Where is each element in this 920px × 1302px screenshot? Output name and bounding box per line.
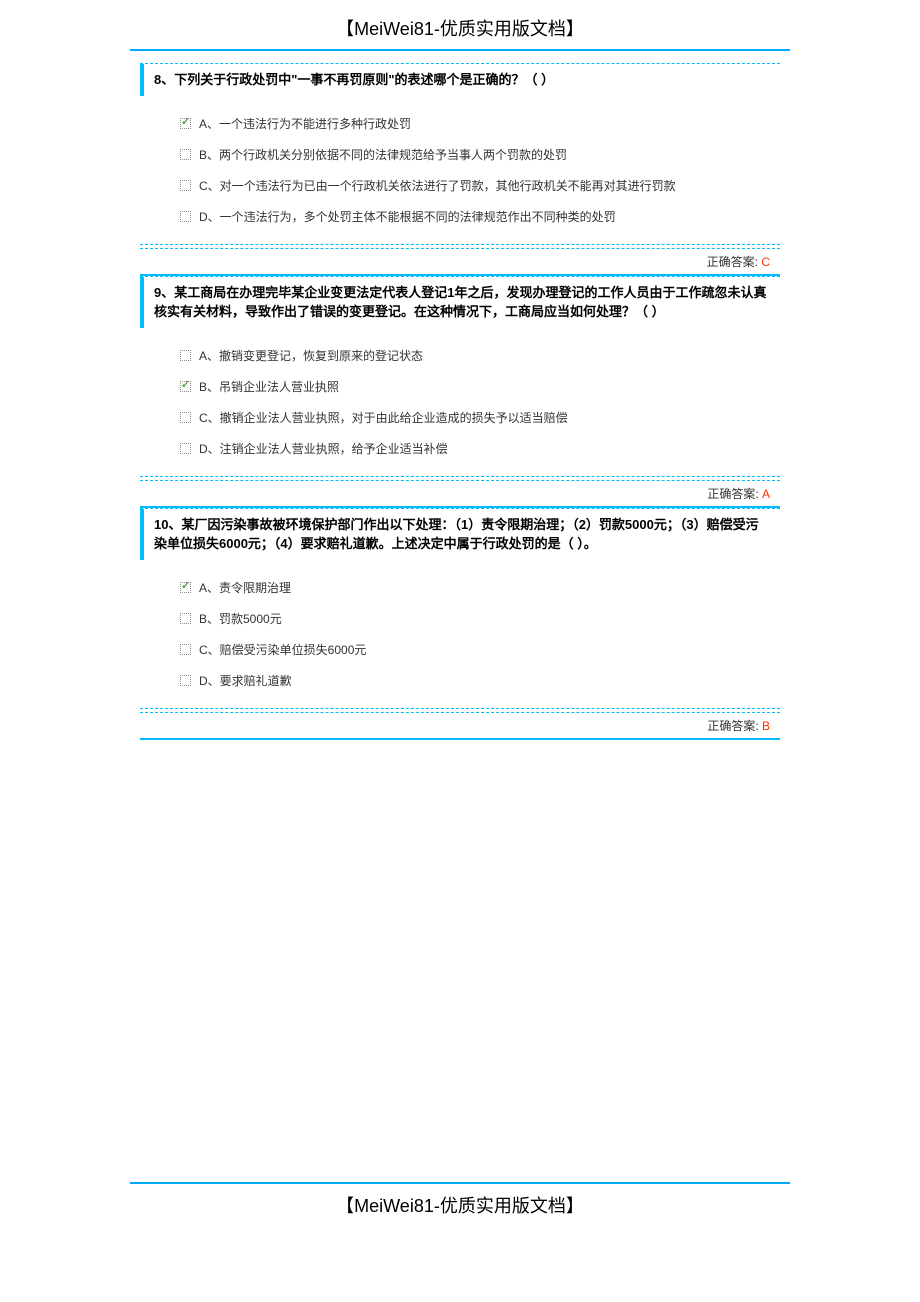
question-title-bar: 10、某厂因污染事故被环境保护部门作出以下处理：（1）责令限期治理；（2）罚款5… xyxy=(140,509,780,560)
question-title-bar: 9、某工商局在办理完毕某企业变更法定代表人登记1年之后，发现办理登记的工作人员由… xyxy=(140,277,780,328)
option-row: A、责令限期治理 xyxy=(180,572,780,603)
option-label: C、撤销企业法人营业执照，对于由此给企业造成的损失予以适当赔偿 xyxy=(199,409,568,426)
option-row: B、罚款5000元 xyxy=(180,603,780,634)
answer-label: 正确答案: xyxy=(707,255,762,269)
option-label: B、吊销企业法人营业执照 xyxy=(199,378,339,395)
checkbox-icon[interactable] xyxy=(180,613,191,624)
option-label: A、责令限期治理 xyxy=(199,579,291,596)
question-title: 10、某厂因污染事故被环境保护部门作出以下处理：（1）责令限期治理；（2）罚款5… xyxy=(154,515,770,554)
checkbox-icon[interactable] xyxy=(180,211,191,222)
checkbox-icon[interactable] xyxy=(180,381,191,392)
page-footer: 【MeiWei81-优质实用版文档】 xyxy=(130,1182,790,1233)
checkbox-icon[interactable] xyxy=(180,350,191,361)
options-list: A、一个违法行为不能进行多种行政处罚 B、两个行政机关分别依据不同的法律规范给予当… xyxy=(140,96,780,244)
options-list: A、责令限期治理 B、罚款5000元 C、赔偿受污染单位损失6000元 D、要求赔礼道… xyxy=(140,560,780,708)
option-label: D、要求赔礼道歉 xyxy=(199,672,292,689)
question-block: 8、下列关于行政处罚中"一事不再罚原则"的表述哪个是正确的？（ ） A、一个违法行… xyxy=(140,63,780,245)
answer-label: 正确答案: xyxy=(707,487,762,501)
options-list: A、撤销变更登记，恢复到原来的登记状态 B、吊销企业法人营业执照 C、撤销企业法人营… xyxy=(140,328,780,476)
content-area: 8、下列关于行政处罚中"一事不再罚原则"的表述哪个是正确的？（ ） A、一个违法行… xyxy=(140,63,780,740)
checkbox-icon[interactable] xyxy=(180,118,191,129)
question-title: 8、下列关于行政处罚中"一事不再罚原则"的表述哪个是正确的？（ ） xyxy=(154,70,770,90)
option-row: D、注销企业法人营业执照，给予企业适当补偿 xyxy=(180,433,780,464)
option-row: A、撤销变更登记，恢复到原来的登记状态 xyxy=(180,340,780,371)
option-row: C、赔偿受污染单位损失6000元 xyxy=(180,634,780,665)
question-block: 9、某工商局在办理完毕某企业变更法定代表人登记1年之后，发现办理登记的工作人员由… xyxy=(140,276,780,477)
spacer xyxy=(0,740,920,1170)
checkbox-icon[interactable] xyxy=(180,412,191,423)
answer-value: C xyxy=(761,255,770,269)
checkbox-icon[interactable] xyxy=(180,644,191,655)
question-title: 9、某工商局在办理完毕某企业变更法定代表人登记1年之后，发现办理登记的工作人员由… xyxy=(154,283,770,322)
answer-label: 正确答案: xyxy=(707,719,762,733)
option-label: C、赔偿受污染单位损失6000元 xyxy=(199,641,366,658)
checkbox-icon[interactable] xyxy=(180,180,191,191)
option-label: C、对一个违法行为已由一个行政机关依法进行了罚款，其他行政机关不能再对其进行罚款 xyxy=(199,177,676,194)
checkbox-icon[interactable] xyxy=(180,582,191,593)
answer-bar: 正确答案: A xyxy=(140,480,780,508)
option-label: D、一个违法行为，多个处罚主体不能根据不同的法律规范作出不同种类的处罚 xyxy=(199,208,616,225)
page-header: 【MeiWei81-优质实用版文档】 xyxy=(130,0,790,51)
checkbox-icon[interactable] xyxy=(180,675,191,686)
option-label: D、注销企业法人营业执照，给予企业适当补偿 xyxy=(199,440,448,457)
checkbox-icon[interactable] xyxy=(180,149,191,160)
option-row: D、一个违法行为，多个处罚主体不能根据不同的法律规范作出不同种类的处罚 xyxy=(180,201,780,232)
answer-bar: 正确答案: C xyxy=(140,248,780,276)
answer-value: B xyxy=(762,719,770,733)
option-label: A、撤销变更登记，恢复到原来的登记状态 xyxy=(199,347,423,364)
question-block: 10、某厂因污染事故被环境保护部门作出以下处理：（1）责令限期治理；（2）罚款5… xyxy=(140,508,780,709)
option-row: D、要求赔礼道歉 xyxy=(180,665,780,696)
option-label: B、罚款5000元 xyxy=(199,610,282,627)
option-row: B、两个行政机关分别依据不同的法律规范给予当事人两个罚款的处罚 xyxy=(180,139,780,170)
option-label: A、一个违法行为不能进行多种行政处罚 xyxy=(199,115,411,132)
option-row: C、对一个违法行为已由一个行政机关依法进行了罚款，其他行政机关不能再对其进行罚款 xyxy=(180,170,780,201)
option-label: B、两个行政机关分别依据不同的法律规范给予当事人两个罚款的处罚 xyxy=(199,146,567,163)
answer-value: A xyxy=(762,487,770,501)
checkbox-icon[interactable] xyxy=(180,443,191,454)
question-title-bar: 8、下列关于行政处罚中"一事不再罚原则"的表述哪个是正确的？（ ） xyxy=(140,64,780,96)
option-row: C、撤销企业法人营业执照，对于由此给企业造成的损失予以适当赔偿 xyxy=(180,402,780,433)
option-row: B、吊销企业法人营业执照 xyxy=(180,371,780,402)
option-row: A、一个违法行为不能进行多种行政处罚 xyxy=(180,108,780,139)
answer-bar: 正确答案: B xyxy=(140,712,780,740)
